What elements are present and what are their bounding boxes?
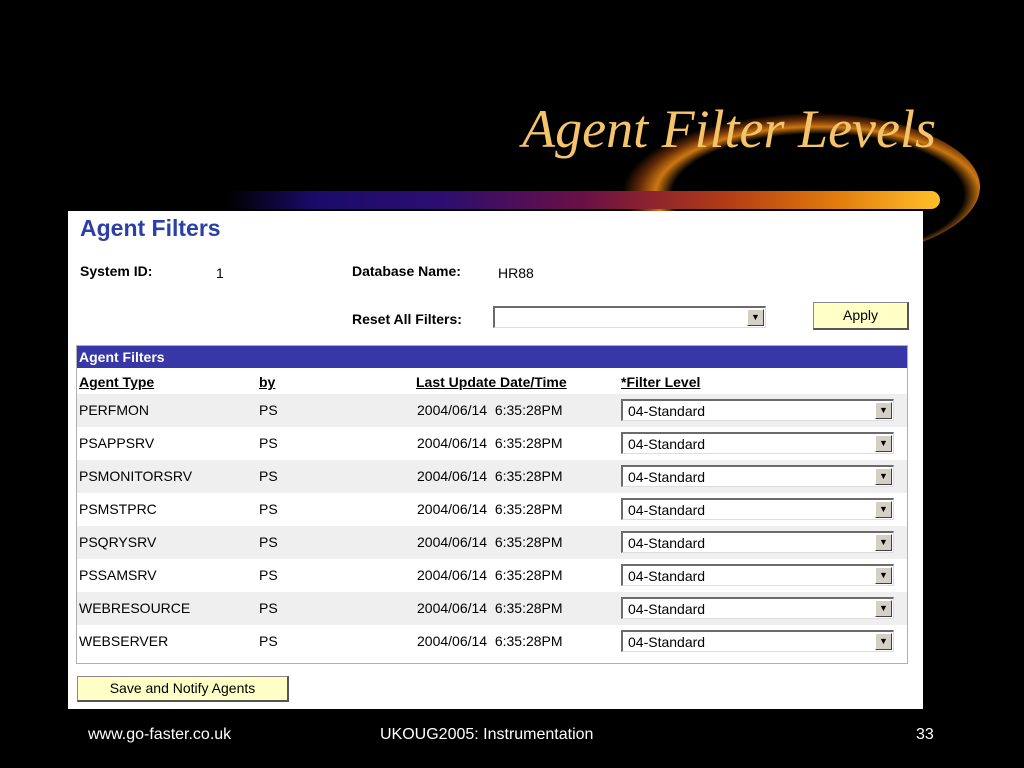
chevron-down-icon[interactable]: ▼	[875, 468, 892, 485]
agent-type-cell: PSMONITORSRV	[79, 468, 193, 484]
agent-filters-panel: Agent Filters System ID: 1 Database Name…	[68, 211, 923, 709]
table-row: PERFMON PS 2004/06/14 6:35:28PM 04-Stand…	[77, 394, 907, 427]
last-update-cell: 2004/06/14 6:35:28PM	[417, 633, 563, 649]
slide-title: Agent Filter Levels	[522, 99, 936, 159]
by-cell: PS	[259, 600, 278, 616]
agent-type-cell: PSQRYSRV	[79, 534, 157, 550]
database-name-label: Database Name:	[352, 263, 461, 279]
last-update-cell: 2004/06/14 6:35:28PM	[417, 567, 563, 583]
by-cell: PS	[259, 633, 278, 649]
chevron-down-icon[interactable]: ▼	[875, 600, 892, 617]
apply-button[interactable]: Apply	[813, 302, 909, 330]
filter-level-select[interactable]: 04-Standard ▼	[621, 531, 894, 553]
filter-level-select[interactable]: 04-Standard ▼	[621, 564, 894, 586]
table-row: PSAPPSRV PS 2004/06/14 6:35:28PM 04-Stan…	[77, 427, 907, 460]
last-update-cell: 2004/06/14 6:35:28PM	[417, 402, 563, 418]
chevron-down-icon[interactable]: ▼	[747, 309, 764, 326]
table-row: PSSAMSRV PS 2004/06/14 6:35:28PM 04-Stan…	[77, 559, 907, 592]
filter-level-select[interactable]: 04-Standard ▼	[621, 432, 894, 454]
table-row: WEBSERVER PS 2004/06/14 6:35:28PM 04-Sta…	[77, 625, 907, 658]
agent-type-cell: PSMSTPRC	[79, 501, 157, 517]
save-and-notify-agents-button[interactable]: Save and Notify Agents	[77, 676, 289, 702]
by-cell: PS	[259, 567, 278, 583]
decorative-swoosh-bar	[228, 191, 940, 209]
filter-level-select[interactable]: 04-Standard ▼	[621, 399, 894, 421]
filter-level-value: 04-Standard	[628, 436, 706, 452]
last-update-cell: 2004/06/14 6:35:28PM	[417, 468, 563, 484]
filter-level-select[interactable]: 04-Standard ▼	[621, 630, 894, 652]
by-cell: PS	[259, 501, 278, 517]
database-name-value: HR88	[498, 265, 534, 281]
filter-level-select[interactable]: 04-Standard ▼	[621, 597, 894, 619]
agent-type-cell: PSAPPSRV	[79, 435, 155, 451]
filter-level-value: 04-Standard	[628, 568, 706, 584]
filter-level-value: 04-Standard	[628, 502, 706, 518]
filter-level-value: 04-Standard	[628, 469, 706, 485]
last-update-cell: 2004/06/14 6:35:28PM	[417, 501, 563, 517]
footer-website: www.go-faster.co.uk	[88, 726, 232, 743]
filter-level-value: 04-Standard	[628, 403, 706, 419]
system-id-label: System ID:	[80, 263, 153, 279]
agent-type-cell: PSSAMSRV	[79, 567, 157, 583]
by-cell: PS	[259, 534, 278, 550]
chevron-down-icon[interactable]: ▼	[875, 633, 892, 650]
column-header-filter-level[interactable]: *Filter Level	[621, 374, 700, 390]
by-cell: PS	[259, 435, 278, 451]
last-update-cell: 2004/06/14 6:35:28PM	[417, 435, 563, 451]
chevron-down-icon[interactable]: ▼	[875, 567, 892, 584]
table-row: WEBRESOURCE PS 2004/06/14 6:35:28PM 04-S…	[77, 592, 907, 625]
column-header-by[interactable]: by	[259, 374, 275, 390]
agent-type-cell: WEBRESOURCE	[79, 600, 191, 616]
column-header-last-update[interactable]: Last Update Date/Time	[416, 374, 567, 390]
reset-all-filters-select[interactable]: ▼	[493, 306, 766, 328]
system-id-value: 1	[216, 265, 224, 281]
chevron-down-icon[interactable]: ▼	[875, 501, 892, 518]
footer-event: UKOUG2005: Instrumentation	[380, 726, 594, 743]
filter-level-select[interactable]: 04-Standard ▼	[621, 465, 894, 487]
table-row: PSMSTPRC PS 2004/06/14 6:35:28PM 04-Stan…	[77, 493, 907, 526]
filter-level-value: 04-Standard	[628, 601, 706, 617]
chevron-down-icon[interactable]: ▼	[875, 534, 892, 551]
footer-page-number: 33	[916, 726, 934, 743]
by-cell: PS	[259, 402, 278, 418]
filter-level-value: 04-Standard	[628, 634, 706, 650]
chevron-down-icon[interactable]: ▼	[875, 402, 892, 419]
column-header-agent-type[interactable]: Agent Type	[79, 374, 154, 390]
table-row: PSMONITORSRV PS 2004/06/14 6:35:28PM 04-…	[77, 460, 907, 493]
agent-type-cell: WEBSERVER	[79, 633, 169, 649]
panel-heading: Agent Filters	[80, 215, 221, 241]
agent-filters-grid: Agent Filters Agent Type by Last Update …	[76, 345, 908, 664]
last-update-cell: 2004/06/14 6:35:28PM	[417, 600, 563, 616]
last-update-cell: 2004/06/14 6:35:28PM	[417, 534, 563, 550]
filter-level-value: 04-Standard	[628, 535, 706, 551]
chevron-down-icon[interactable]: ▼	[875, 435, 892, 452]
reset-all-filters-label: Reset All Filters:	[352, 311, 462, 327]
agent-type-cell: PERFMON	[79, 402, 149, 418]
grid-title-bar: Agent Filters	[77, 346, 907, 368]
table-row: PSQRYSRV PS 2004/06/14 6:35:28PM 04-Stan…	[77, 526, 907, 559]
by-cell: PS	[259, 468, 278, 484]
filter-level-select[interactable]: 04-Standard ▼	[621, 498, 894, 520]
